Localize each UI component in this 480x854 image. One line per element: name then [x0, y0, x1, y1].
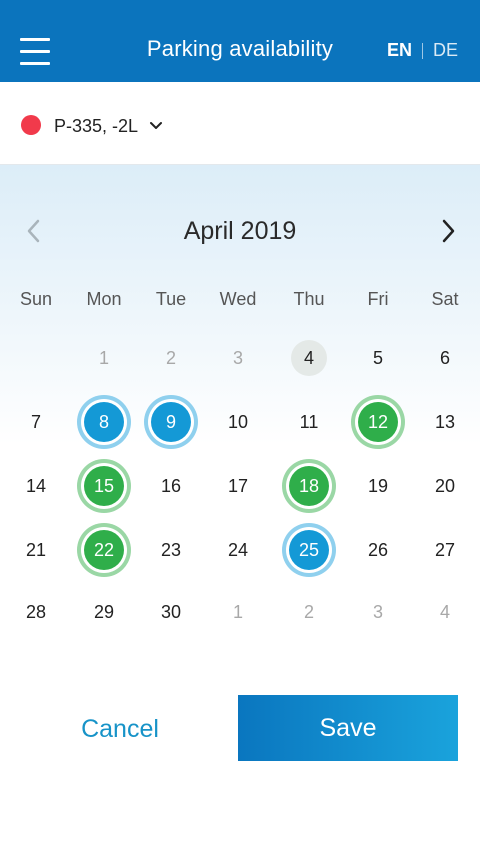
calendar-day[interactable]: 21: [12, 526, 60, 574]
lang-en-button[interactable]: EN: [387, 40, 412, 61]
calendar-day[interactable]: 4: [291, 340, 327, 376]
calendar-day[interactable]: 11: [285, 398, 333, 446]
calendar-day[interactable]: 12: [358, 402, 398, 442]
calendar-day[interactable]: 20: [421, 462, 469, 510]
language-switcher: EN DE: [387, 40, 458, 61]
calendar-day[interactable]: 6: [421, 334, 469, 382]
calendar-day[interactable]: 25: [289, 530, 329, 570]
calendar-day[interactable]: 15: [84, 466, 124, 506]
app-header: Parking availability EN DE: [0, 0, 480, 82]
chevron-down-icon: [150, 122, 162, 129]
calendar-day[interactable]: 24: [214, 526, 262, 574]
calendar-day[interactable]: 23: [147, 526, 195, 574]
calendar-day[interactable]: 18: [289, 466, 329, 506]
calendar-day[interactable]: 9: [151, 402, 191, 442]
save-button[interactable]: Save: [238, 695, 458, 761]
calendar-day[interactable]: 3: [354, 588, 402, 636]
calendar-day[interactable]: 2: [285, 588, 333, 636]
calendar-day[interactable]: 7: [12, 398, 60, 446]
calendar-day[interactable]: 29: [80, 588, 128, 636]
lang-separator: [421, 42, 423, 59]
calendar-day[interactable]: 22: [84, 530, 124, 570]
calendar-day[interactable]: 5: [354, 334, 402, 382]
calendar-day[interactable]: 14: [12, 462, 60, 510]
calendar-day[interactable]: 2: [147, 334, 195, 382]
day-grid: 1 2 3 4 5 6 7 8 9 10 11 12 13 14 15 16 17 18 19 20 21 22 23 24 2…: [0, 165, 480, 665]
calendar-day[interactable]: 4: [421, 588, 469, 636]
status-dot: [21, 115, 41, 135]
calendar-day[interactable]: 8: [84, 402, 124, 442]
calendar-day[interactable]: 26: [354, 526, 402, 574]
lang-de-button[interactable]: DE: [433, 40, 458, 61]
calendar-day[interactable]: 1: [214, 588, 262, 636]
calendar: April 2019 Sun Mon Tue Wed Thu Fri Sat 1…: [0, 165, 480, 665]
calendar-day[interactable]: 3: [214, 334, 262, 382]
calendar-day[interactable]: 19: [354, 462, 402, 510]
parking-lot-label: P-335, -2L: [54, 116, 139, 136]
calendar-day[interactable]: 1: [80, 334, 128, 382]
calendar-day[interactable]: 27: [421, 526, 469, 574]
calendar-day[interactable]: 17: [214, 462, 262, 510]
parking-lot-selector[interactable]: P-335, -2L: [0, 82, 480, 165]
calendar-day[interactable]: 30: [147, 588, 195, 636]
calendar-day[interactable]: 10: [214, 398, 262, 446]
calendar-day[interactable]: 13: [421, 398, 469, 446]
calendar-day[interactable]: 16: [147, 462, 195, 510]
calendar-day[interactable]: 28: [12, 588, 60, 636]
cancel-button[interactable]: Cancel: [22, 696, 218, 762]
